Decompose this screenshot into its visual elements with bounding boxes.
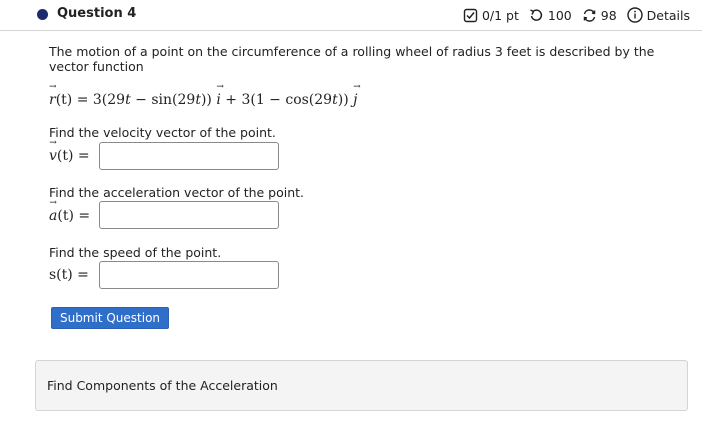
v-vector-symbol: v (49, 138, 57, 164)
a-vector-symbol: a (49, 198, 58, 224)
question-title: Question 4 (57, 6, 137, 21)
velocity-input[interactable] (99, 142, 279, 170)
r-vector-symbol: r (49, 82, 56, 108)
question-meta: 0/1 pt 100 98 Details (463, 5, 690, 25)
acceleration-prompt: Find the acceleration vector of the poin… (49, 185, 305, 200)
speed-label: s(t) = (49, 261, 99, 289)
acceleration-label-text: (t) = (57, 208, 91, 224)
problem-statement: The motion of a point on the circumferen… (49, 44, 655, 74)
velocity-label: v(t) = (49, 138, 99, 170)
vector-function: r(t) = 3(29t − sin(29t)) i + 3(1 − cos(2… (49, 82, 358, 108)
help-panel-text: Find Components of the Acceleration (47, 378, 278, 393)
function-term: )) (337, 92, 354, 108)
function-lhs: (t) = (55, 92, 93, 108)
checkbox-icon (463, 8, 478, 23)
function-term: − sin(29 (130, 92, 196, 108)
submit-question-button[interactable]: Submit Question (51, 307, 169, 329)
refresh-icon (582, 8, 597, 23)
question-header: Question 4 0/1 pt 100 98 Details (0, 0, 702, 31)
acceleration-input[interactable] (99, 201, 279, 229)
question-status-dot (37, 9, 48, 20)
score-text: 0/1 pt (481, 7, 519, 23)
speed-prompt: Find the speed of the point. (49, 245, 222, 260)
velocity-prompt: Find the velocity vector of the point. (49, 125, 276, 140)
details-link[interactable]: Details (647, 8, 690, 23)
function-term: )) (200, 92, 217, 108)
j-unit-vector: j (353, 82, 358, 108)
speed-label-text: s(t) = (49, 267, 89, 283)
function-term: + 3(1 − cos(29 (220, 92, 333, 108)
retries-count: 100 (547, 7, 572, 23)
i-unit-vector: i (216, 82, 221, 108)
velocity-label-text: (t) = (56, 148, 90, 164)
function-term: 3(29 (92, 92, 126, 108)
acceleration-label: a(t) = (49, 198, 99, 230)
speed-input[interactable] (99, 261, 279, 289)
undo-icon (529, 8, 544, 23)
attempts-count: 98 (600, 7, 617, 23)
help-panel[interactable]: Find Components of the Acceleration (35, 360, 688, 411)
info-icon[interactable] (626, 7, 643, 23)
